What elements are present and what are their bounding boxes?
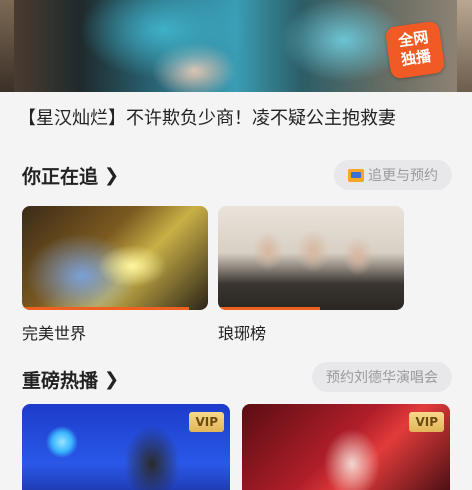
hero-banner[interactable]: 全网 独播 [0,0,472,92]
hot-card-1[interactable]: VIP [22,404,230,490]
chevron-right-icon: ❯ [104,165,120,186]
thumbnail-image [22,206,208,310]
following-card-wanmei[interactable] [22,206,208,310]
following-heading[interactable]: 你正在追 ❯ [22,162,119,189]
watch-progress-bar [218,307,321,310]
tv-icon [348,168,364,182]
exclusive-badge: 全网 独播 [384,20,446,80]
hot-heading[interactable]: 重磅热播 ❯ [22,366,119,393]
following-heading-label: 你正在追 [22,166,99,188]
vip-badge: VIP [189,412,224,432]
follow-and-reserve-label: 追更与预约 [368,168,438,184]
vip-badge: VIP [409,412,444,432]
following-title-wanmei[interactable]: 完美世界 [22,320,86,344]
watch-progress-bar [22,307,190,310]
reserve-concert-button[interactable]: 预约刘德华演唱会 [312,362,452,392]
chevron-right-icon: ❯ [104,369,120,390]
thumbnail-image [218,206,404,310]
hot-card-2[interactable]: VIP [242,404,450,490]
hero-next-peek[interactable] [457,0,472,92]
hot-heading-label: 重磅热播 [22,370,99,392]
hero-prev-peek[interactable] [0,0,14,92]
following-card-langya[interactable] [218,206,404,310]
hero-title[interactable]: 【星汉灿烂】不许欺负少商！凌不疑公主抱救妻 [18,104,396,130]
reserve-concert-label: 预约刘德华演唱会 [326,370,438,386]
following-title-langya[interactable]: 琅琊榜 [218,320,266,344]
follow-and-reserve-button[interactable]: 追更与预约 [334,160,452,190]
